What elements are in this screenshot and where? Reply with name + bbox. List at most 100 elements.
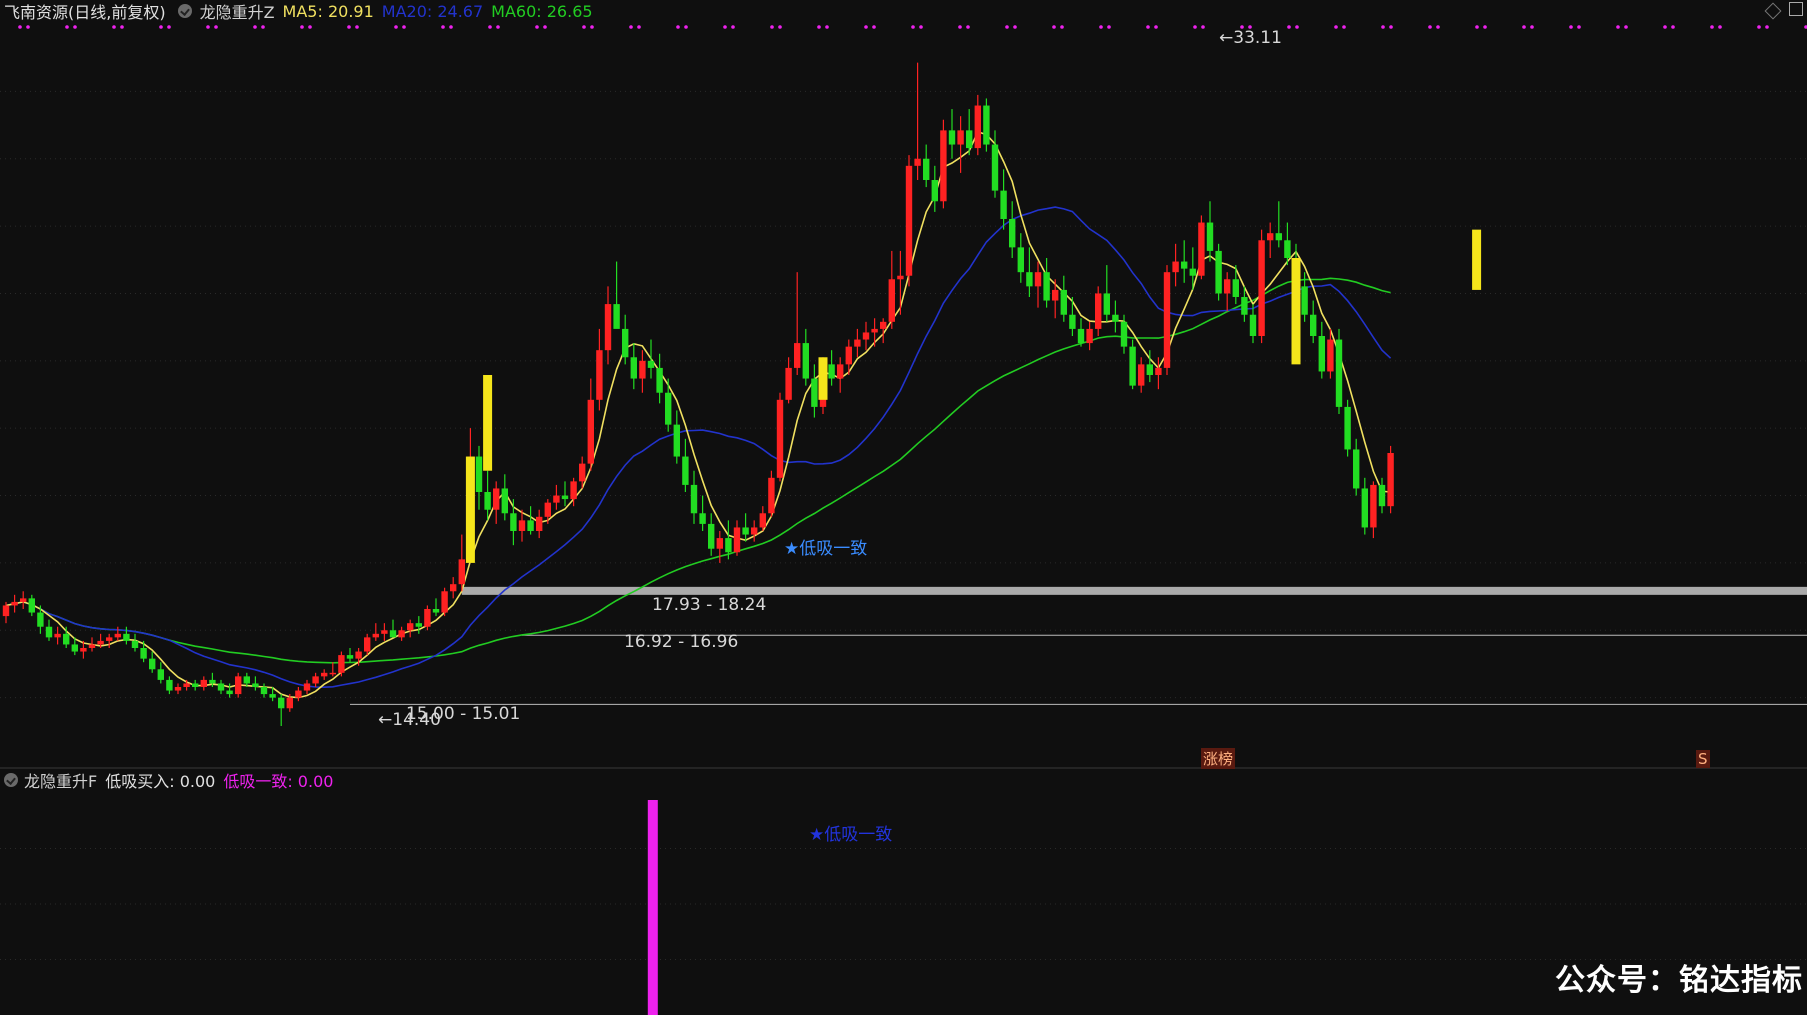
candle-body bbox=[493, 488, 500, 510]
top-dot bbox=[1757, 25, 1761, 29]
candle-body bbox=[733, 527, 741, 553]
candle-body bbox=[131, 640, 139, 648]
top-dot bbox=[1475, 25, 1479, 29]
top-dot bbox=[308, 25, 312, 29]
top-dot bbox=[1295, 25, 1299, 29]
candle-body bbox=[1086, 328, 1093, 344]
indicator-name[interactable]: 龙隐重升Z bbox=[200, 0, 275, 23]
ma20-line bbox=[5, 206, 1392, 689]
candle-body bbox=[579, 463, 586, 482]
candle-body bbox=[1378, 484, 1386, 507]
signal-bar bbox=[1291, 258, 1301, 365]
candle-body bbox=[596, 350, 603, 400]
candle-body bbox=[1034, 272, 1042, 287]
candle-body bbox=[1258, 240, 1265, 336]
top-dot bbox=[770, 25, 774, 29]
top-dot bbox=[1765, 25, 1769, 29]
candle-body bbox=[1327, 339, 1334, 372]
sub-indicator-name[interactable]: 龙隐重升F bbox=[24, 768, 97, 792]
top-dot bbox=[112, 25, 116, 29]
candle-body bbox=[106, 637, 113, 641]
top-dot bbox=[1005, 25, 1009, 29]
candle-body bbox=[1353, 449, 1360, 489]
candle-body bbox=[1000, 190, 1007, 219]
candle-body bbox=[1163, 272, 1171, 368]
candle-body bbox=[957, 130, 964, 145]
high-price-value: 33.11 bbox=[1233, 28, 1282, 48]
candle-body bbox=[931, 180, 938, 202]
signal-label-sub: ★低吸一致 bbox=[809, 825, 893, 845]
candle-body bbox=[837, 364, 844, 379]
top-dot bbox=[919, 25, 923, 29]
candle-body bbox=[381, 630, 388, 634]
candle-body bbox=[364, 637, 371, 652]
signal-bar bbox=[465, 456, 475, 563]
candle-body bbox=[1172, 261, 1179, 273]
top-dot bbox=[1569, 25, 1573, 29]
top-dot bbox=[1146, 25, 1150, 29]
top-dot bbox=[1389, 25, 1393, 29]
candle-body bbox=[157, 669, 164, 680]
indicator-toggle-icon[interactable] bbox=[177, 4, 192, 18]
candle-body bbox=[149, 658, 156, 670]
signal-bar bbox=[818, 357, 828, 400]
candle-body bbox=[587, 399, 594, 464]
candle-body bbox=[346, 655, 354, 659]
top-dot bbox=[1334, 25, 1338, 29]
candle-body bbox=[948, 130, 956, 145]
low-price-value: 14.40 bbox=[392, 710, 441, 730]
candle-body bbox=[269, 694, 276, 698]
ma5-label: MA5: 20.91 bbox=[282, 1, 374, 21]
top-dot bbox=[402, 25, 406, 29]
top-dot bbox=[206, 25, 210, 29]
candle-body bbox=[1026, 272, 1033, 287]
candle-body bbox=[716, 538, 723, 549]
candle-body bbox=[1077, 328, 1085, 344]
candle-body bbox=[639, 360, 646, 379]
top-dot bbox=[590, 25, 594, 29]
candle-body bbox=[1060, 289, 1067, 315]
maximize-icon[interactable] bbox=[1789, 2, 1803, 16]
candle-body bbox=[742, 527, 749, 535]
candle-body bbox=[983, 105, 990, 145]
top-dot bbox=[449, 25, 453, 29]
candle-body bbox=[166, 679, 173, 691]
top-dot bbox=[1107, 25, 1111, 29]
candle-body bbox=[1361, 488, 1368, 528]
candle-body bbox=[880, 321, 887, 329]
top-dot bbox=[1193, 25, 1197, 29]
top-dot bbox=[1060, 25, 1064, 29]
top-dot bbox=[214, 25, 218, 29]
candle-body bbox=[854, 339, 861, 347]
signal-label-main: ★低吸一致 bbox=[784, 539, 868, 559]
sub-buy-value: 低吸买入: 0.00 bbox=[105, 772, 216, 791]
sub-signal-bar bbox=[647, 800, 658, 1015]
candle-body bbox=[828, 364, 835, 379]
candle-body bbox=[708, 523, 715, 549]
top-dot bbox=[159, 25, 163, 29]
diamond-icon[interactable] bbox=[1764, 2, 1782, 20]
candle-body bbox=[561, 495, 569, 500]
candle-body bbox=[1318, 336, 1325, 372]
stock-title: 飞南资源(日线,前复权) bbox=[4, 3, 166, 22]
candle-body bbox=[570, 481, 577, 500]
candle-body bbox=[1181, 261, 1188, 269]
candle-body bbox=[1206, 222, 1214, 251]
candle-body bbox=[312, 676, 319, 684]
top-dot bbox=[1671, 25, 1675, 29]
candle-body bbox=[1241, 297, 1248, 315]
top-dot bbox=[18, 25, 22, 29]
candle-body bbox=[114, 633, 121, 638]
candle-body bbox=[1344, 406, 1351, 450]
candle-body bbox=[527, 520, 534, 531]
candle-body bbox=[209, 679, 216, 684]
candle-body bbox=[20, 598, 27, 602]
candle-body bbox=[123, 633, 130, 641]
top-dot bbox=[723, 25, 727, 29]
candle-body bbox=[682, 456, 689, 485]
sub-indicator-toggle-icon[interactable] bbox=[4, 773, 18, 787]
signal-bar bbox=[483, 375, 493, 471]
candle-body bbox=[785, 367, 792, 400]
candle-body bbox=[1198, 222, 1205, 276]
top-dot bbox=[543, 25, 547, 29]
